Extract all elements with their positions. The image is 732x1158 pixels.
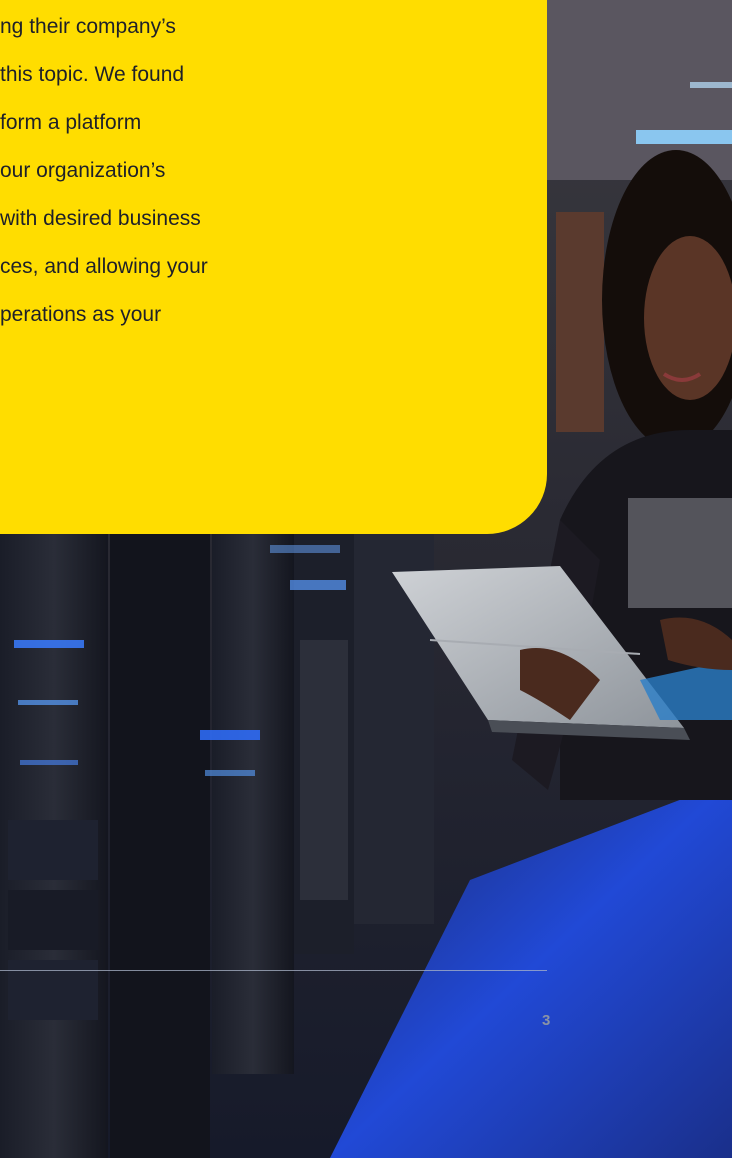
rack-panel [8,890,98,950]
footer-rule [0,970,547,971]
shirt-print [628,498,732,608]
server-rack [212,534,294,1074]
callout-line: our organization’s [0,159,166,182]
callout-line: perations as your [0,303,162,326]
server-rack [110,534,210,1158]
server-led [18,700,78,705]
server-led [14,640,84,648]
page-number: 3 [542,1012,551,1029]
server-led [20,760,78,765]
callout-line: form a platform [0,111,142,134]
ceiling [540,0,732,180]
server-led [290,580,346,590]
server-led [200,730,260,740]
rack-panel [8,960,98,1020]
face [644,236,732,400]
callout-line: ng their company’s [0,15,176,38]
callout-line: this topic. We found [0,63,185,86]
callout-line: with desired business [0,207,201,230]
rack-panel [8,820,98,880]
back-door [556,212,604,432]
callout-line: ces, and allowing your [0,255,208,278]
rack-panel [300,640,348,900]
server-led [270,545,340,553]
ceiling-light-small [690,82,732,88]
ceiling-light [636,130,732,144]
intro-callout: ng their company’s this topic. We found … [0,0,547,534]
server-led [205,770,255,776]
